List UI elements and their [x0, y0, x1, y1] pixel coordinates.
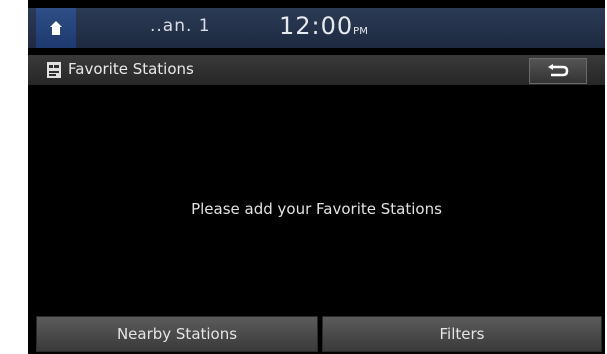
nearby-stations-button[interactable]: Nearby Stations [36, 316, 318, 352]
clock-time: 12:00 [279, 12, 354, 40]
radio-screen: ..an. 1 12:00PM Favorite Stations Please… [28, 0, 605, 354]
back-arrow-icon [548, 64, 569, 77]
status-clock: 12:00PM [279, 12, 368, 40]
home-button[interactable] [36, 8, 76, 48]
clock-ampm: PM [353, 26, 368, 37]
filters-button[interactable]: Filters [322, 316, 602, 352]
bottom-button-bar: Nearby Stations Filters [28, 314, 605, 354]
favorite-list-icon [47, 62, 61, 78]
status-bar: ..an. 1 12:00PM [28, 8, 605, 48]
back-button[interactable] [529, 58, 587, 84]
home-icon [50, 21, 62, 35]
title-bar: Favorite Stations [28, 55, 605, 85]
empty-state-message: Please add your Favorite Stations [191, 200, 442, 218]
status-channel-label: ..an. 1 [150, 16, 211, 36]
page-title: Favorite Stations [68, 60, 194, 78]
